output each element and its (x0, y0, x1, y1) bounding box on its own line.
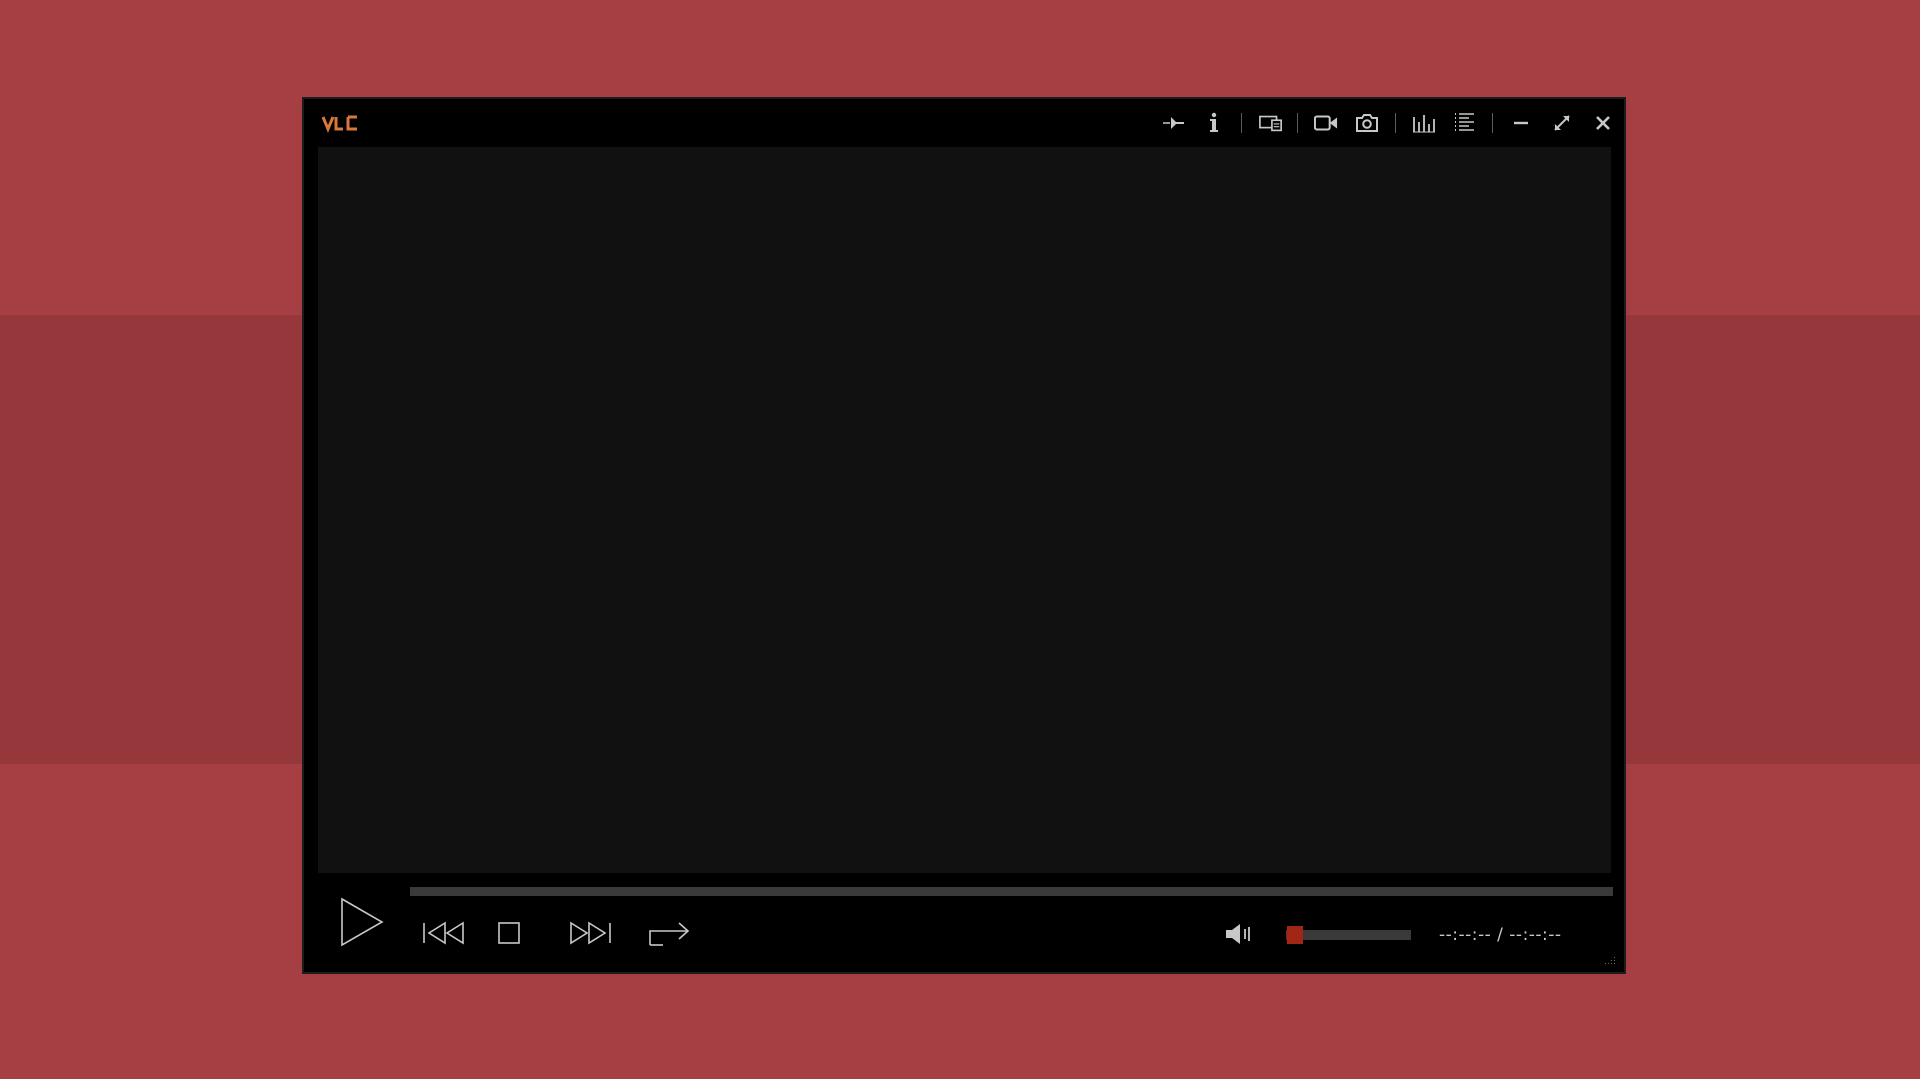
media-player-window: --:--:-- / --:--:-- (302, 97, 1626, 974)
previous-button[interactable] (422, 921, 468, 945)
toolbar-separator (1297, 113, 1298, 133)
play-button[interactable] (339, 897, 385, 947)
close-icon[interactable] (1591, 111, 1615, 135)
video-area[interactable] (318, 147, 1611, 873)
mute-button[interactable] (1224, 921, 1254, 947)
vlc-logo (321, 113, 361, 137)
playlist-icon[interactable] (1453, 111, 1477, 135)
volume-slider[interactable] (1286, 926, 1411, 944)
info-icon[interactable] (1202, 111, 1226, 135)
loop-icon (649, 922, 690, 946)
speaker-icon (1226, 924, 1250, 944)
maximize-icon[interactable] (1550, 111, 1574, 135)
previous-icon (423, 921, 464, 945)
pin-icon[interactable] (1162, 111, 1186, 135)
media-sources-icon[interactable] (1259, 111, 1283, 135)
next-icon (570, 921, 611, 945)
toolbar-separator (1241, 113, 1242, 133)
play-icon (341, 897, 384, 947)
title-bar[interactable] (304, 99, 1624, 147)
stop-button[interactable] (497, 921, 521, 945)
toolbar-separator (1395, 113, 1396, 133)
minimize-icon[interactable] (1509, 111, 1533, 135)
loop-button[interactable] (647, 917, 691, 947)
time-display: --:--:-- / --:--:-- (1439, 925, 1562, 945)
equalizer-icon[interactable] (1412, 111, 1436, 135)
next-button[interactable] (568, 921, 614, 945)
seek-bar[interactable] (410, 887, 1613, 896)
resize-grip[interactable] (1604, 952, 1616, 964)
record-icon[interactable] (1314, 111, 1338, 135)
snapshot-icon[interactable] (1355, 111, 1379, 135)
volume-handle[interactable] (1286, 926, 1303, 944)
toolbar-separator (1492, 113, 1493, 133)
stop-icon (498, 922, 520, 944)
